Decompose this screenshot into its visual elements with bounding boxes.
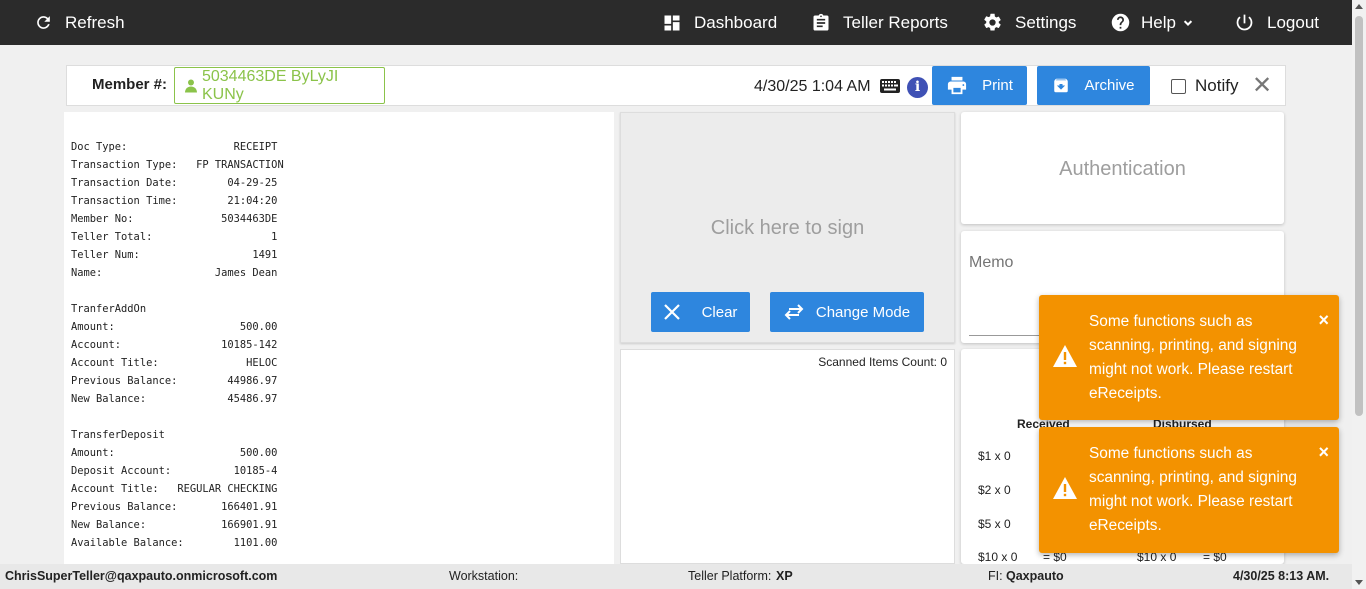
- member-number-value: 5034463DE ByLyJI KUNy: [201, 67, 339, 103]
- dashboard-label: Dashboard: [694, 12, 778, 32]
- clipboard-icon: [813, 13, 829, 31]
- status-platform-value: XP: [776, 569, 793, 583]
- teller-reports-label: Teller Reports: [843, 12, 948, 32]
- refresh-button[interactable]: Refresh: [34, 0, 125, 45]
- status-fi-label: FI:: [988, 569, 1003, 583]
- close-icon[interactable]: ✕: [1252, 74, 1272, 98]
- scanned-items-panel: Scanned Items Count: 0: [620, 349, 955, 564]
- settings-link[interactable]: Settings: [982, 0, 1076, 45]
- clear-signature-button[interactable]: Clear: [651, 292, 750, 332]
- authentication-label: Authentication: [1059, 158, 1186, 180]
- top-nav-bar: Refresh Dashboard Teller Reports Setting…: [0, 0, 1352, 45]
- help-menu[interactable]: Help: [1110, 0, 1195, 45]
- notify-label: Notify: [1195, 76, 1239, 95]
- gear-icon: [984, 13, 1001, 31]
- info-icon[interactable]: i: [907, 77, 928, 98]
- archive-button[interactable]: Archive: [1037, 66, 1150, 105]
- denomination-row: $2 x 0: [978, 483, 1011, 497]
- user-icon: [185, 79, 197, 92]
- scroll-up-arrow-icon[interactable]: [1355, 4, 1363, 9]
- warning-icon: [1053, 477, 1077, 499]
- member-bar: Member #: 5034463DE ByLyJI KUNy 4/30/25 …: [66, 65, 1286, 106]
- receipt-preview: Doc Type: RECEIPT Transaction Type: FP T…: [64, 112, 614, 564]
- current-datetime: 4/30/25 1:04 AM: [754, 78, 871, 95]
- member-label: Member #:: [92, 76, 168, 93]
- chevron-down-icon: [1183, 19, 1193, 26]
- warning-toast: Some functions such as scanning, printin…: [1039, 295, 1339, 420]
- signature-pad[interactable]: Click here to sign Clear Change Mode: [620, 112, 955, 343]
- toast-close-icon[interactable]: ×: [1318, 310, 1329, 331]
- settings-label: Settings: [1015, 12, 1077, 32]
- change-mode-label: Change Mode: [815, 303, 911, 321]
- warning-icon: [1053, 345, 1077, 367]
- denomination-row: $10 x 0: [978, 550, 1018, 564]
- denomination-row: $5 x 0: [978, 517, 1011, 531]
- change-mode-button[interactable]: Change Mode: [770, 292, 924, 332]
- signature-placeholder[interactable]: Click here to sign: [621, 217, 954, 240]
- denomination-row: $1 x 0: [978, 449, 1011, 463]
- logout-label: Logout: [1267, 12, 1319, 32]
- print-button[interactable]: Print: [932, 66, 1027, 105]
- refresh-label: Refresh: [65, 12, 125, 32]
- close-icon: [663, 304, 680, 320]
- status-fi-value: Qaxpauto: [1006, 569, 1064, 583]
- scroll-down-arrow-icon[interactable]: [1355, 580, 1363, 585]
- status-workstation-label: Workstation:: [449, 569, 519, 583]
- logout-button[interactable]: Logout: [1234, 0, 1319, 45]
- authentication-panel[interactable]: Authentication: [961, 112, 1284, 224]
- notify-checkbox-box[interactable]: [1171, 78, 1186, 94]
- archive-label: Archive: [1084, 77, 1135, 94]
- toast-message: Some functions such as scanning, printin…: [1089, 445, 1297, 534]
- print-label: Print: [982, 77, 1013, 94]
- page-scrollbar[interactable]: [1352, 0, 1366, 589]
- toast-close-icon[interactable]: ×: [1318, 442, 1329, 463]
- status-platform-label: Teller Platform:: [688, 569, 772, 583]
- status-datetime: 4/30/25 8:13 AM.: [1233, 569, 1330, 583]
- scanned-items-count: Scanned Items Count: 0: [818, 355, 947, 369]
- clear-label: Clear: [701, 303, 738, 321]
- help-label: Help: [1141, 12, 1176, 32]
- printer-icon: [947, 76, 967, 94]
- dashboard-link[interactable]: Dashboard: [662, 0, 777, 45]
- refresh-icon: [37, 16, 50, 29]
- toast-message: Some functions such as scanning, printin…: [1089, 313, 1297, 402]
- help-icon: [1111, 13, 1130, 32]
- status-user: ChrisSuperTeller@qaxpauto.onmicrosoft.co…: [5, 569, 278, 583]
- scrollbar-thumb[interactable]: [1355, 16, 1363, 416]
- status-bar: ChrisSuperTeller@qaxpauto.onmicrosoft.co…: [0, 564, 1352, 589]
- keyboard-icon[interactable]: [880, 79, 900, 93]
- member-number-field[interactable]: 5034463DE ByLyJI KUNy: [174, 67, 385, 104]
- memo-label: Memo: [969, 254, 1014, 271]
- power-icon: [1236, 14, 1253, 31]
- teller-reports-link[interactable]: Teller Reports: [811, 0, 948, 45]
- notify-checkbox[interactable]: Notify: [1171, 76, 1238, 96]
- swap-arrows-icon: [784, 304, 804, 320]
- warning-toast: Some functions such as scanning, printin…: [1039, 427, 1339, 553]
- receipt-text: Doc Type: RECEIPT Transaction Type: FP T…: [71, 141, 284, 549]
- archive-icon: [1054, 78, 1069, 93]
- dashboard-icon: [664, 15, 680, 30]
